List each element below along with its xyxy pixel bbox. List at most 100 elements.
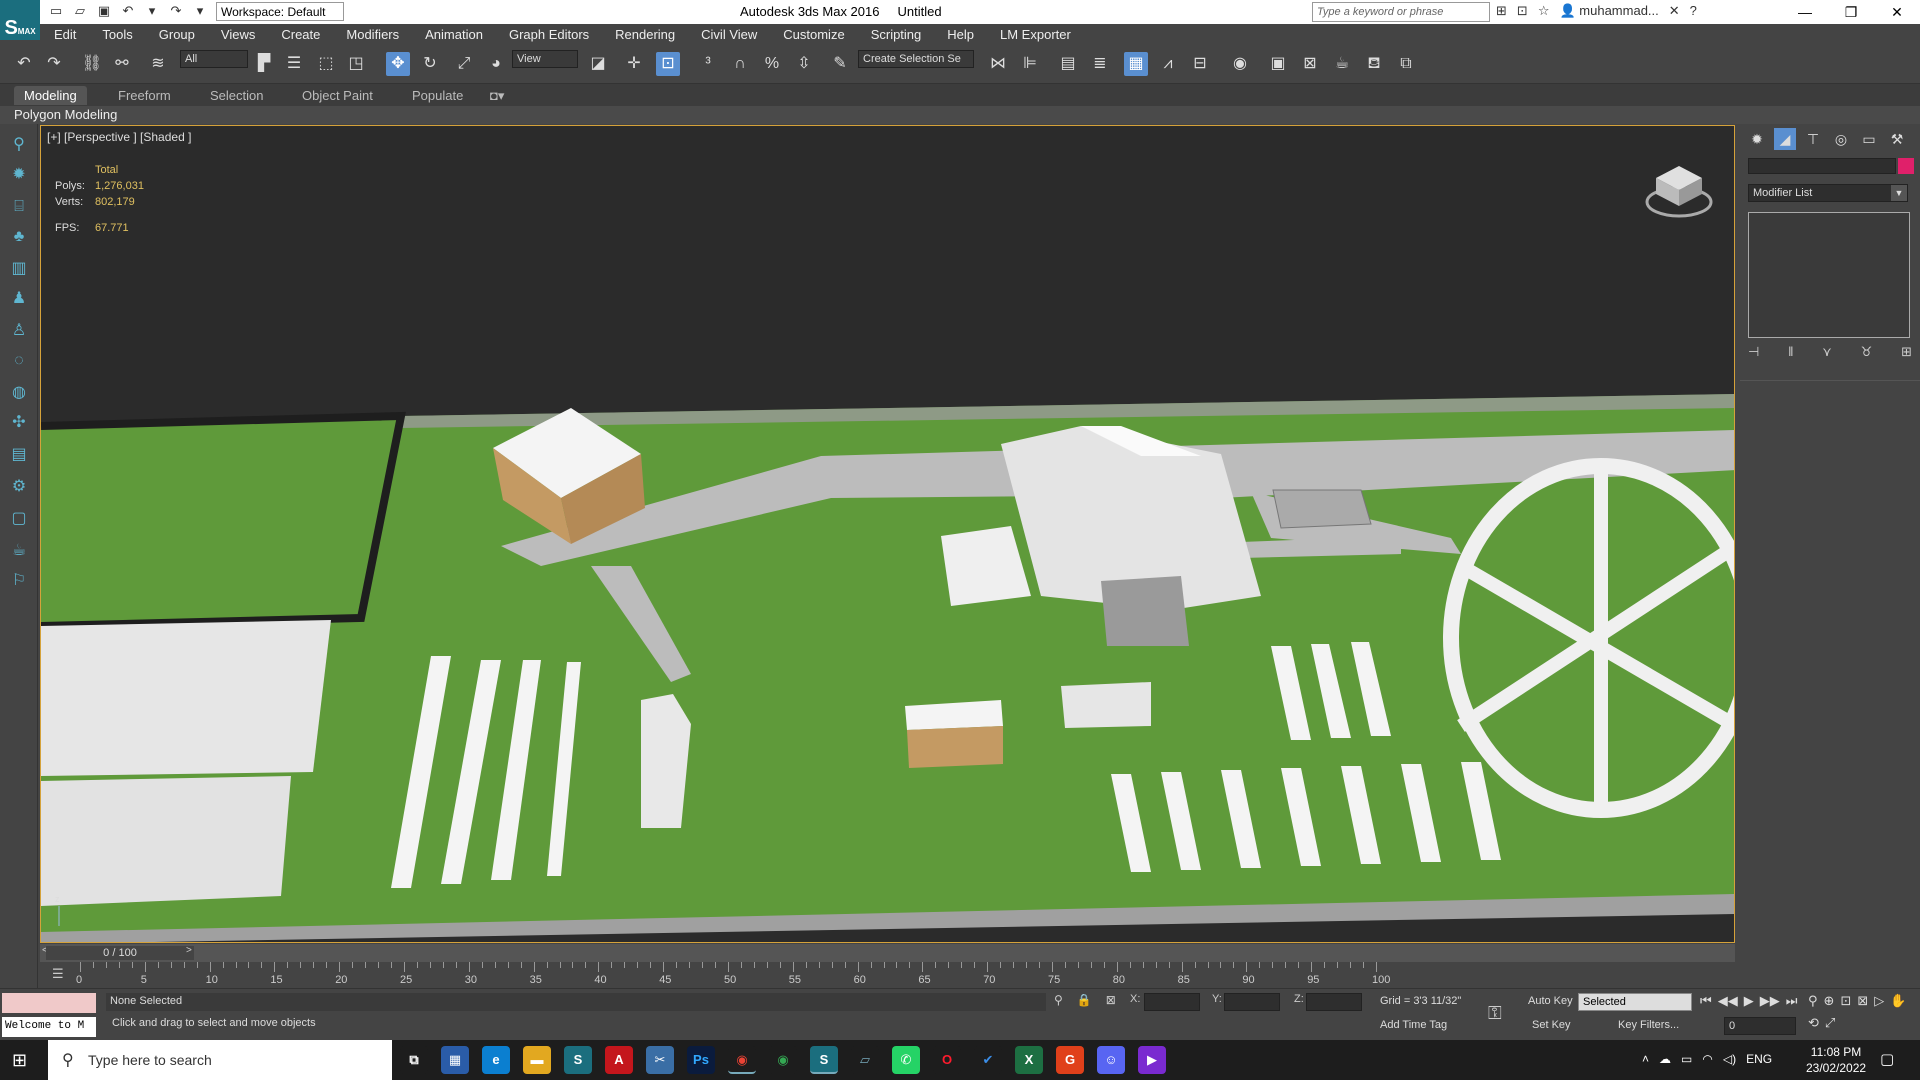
a360-render-icon[interactable]: ⧉ [1394, 52, 1418, 76]
lock-selection-icon[interactable]: 🔒 [1077, 993, 1092, 1007]
next-key-icon[interactable]: ▶▶ [1760, 993, 1780, 1009]
discord-icon[interactable]: ☺ [1097, 1046, 1125, 1074]
chevron-down-icon[interactable]: ▼ [1891, 185, 1907, 201]
set-key-button[interactable]: Set Key [1532, 1019, 1571, 1031]
curve-editor-icon[interactable]: ⩘ [1156, 52, 1180, 76]
notifications-icon[interactable]: ▢ [1880, 1050, 1894, 1068]
menu-civil-view[interactable]: Civil View [687, 24, 769, 44]
absolute-mode-icon[interactable]: ⊠ [1106, 993, 1116, 1007]
redo-icon[interactable]: ↷ [42, 52, 66, 76]
menu-edit[interactable]: Edit [40, 24, 88, 44]
wifi-icon[interactable]: ◠ [1702, 1052, 1712, 1066]
arrows-icon[interactable]: ✣ [8, 412, 30, 434]
spinner-snap-icon[interactable]: ⇳ [792, 52, 816, 76]
menu-rendering[interactable]: Rendering [601, 24, 687, 44]
tab-populate[interactable]: Populate [402, 86, 473, 105]
keyboard-shortcut-override-icon[interactable]: ⊡ [656, 52, 680, 76]
tab-modeling[interactable]: Modeling [14, 86, 87, 105]
create-tab-icon[interactable]: ✹ [1746, 128, 1768, 150]
material-editor-icon[interactable]: ◉ [1228, 52, 1252, 76]
add-time-tag[interactable]: Add Time Tag [1380, 1019, 1447, 1031]
calculator-icon[interactable]: ▦ [441, 1046, 469, 1074]
chrome-profile-icon[interactable]: ◉ [769, 1046, 797, 1074]
teapot-icon[interactable]: ☕ [8, 540, 30, 562]
motion-tab-icon[interactable]: ◎ [1830, 128, 1852, 150]
redo-icon[interactable]: ↷ [168, 3, 184, 19]
language-indicator[interactable]: ENG [1746, 1052, 1772, 1066]
camera-icon[interactable]: ⌸ [8, 196, 30, 218]
move-icon[interactable]: ✥ [386, 52, 410, 76]
render-production-icon[interactable]: ☕ [1330, 52, 1354, 76]
percent-snap-icon[interactable]: % [760, 52, 784, 76]
maximize-viewport-icon[interactable]: ⤢ [1825, 1015, 1835, 1031]
key-set-select[interactable]: Selected [1578, 993, 1692, 1011]
render-setup-icon[interactable]: ▣ [1266, 52, 1290, 76]
polygon-modeling-label[interactable]: Polygon Modeling [14, 107, 117, 122]
open-file-icon[interactable]: ▱ [72, 3, 88, 19]
link-icon[interactable]: ⛓ [80, 52, 104, 76]
close-icon[interactable]: ✕ [1874, 0, 1920, 24]
window-crossing-icon[interactable]: ◳ [344, 52, 368, 76]
file-explorer-icon[interactable]: ▬ [523, 1046, 551, 1074]
z-coord-input[interactable] [1306, 993, 1362, 1011]
chevron-up-icon[interactable]: ˄ [1642, 1052, 1649, 1066]
help-search-input[interactable]: Type a keyword or phrase [1312, 2, 1490, 22]
goto-start-icon[interactable]: ⏮ [1700, 993, 1712, 1009]
menu-animation[interactable]: Animation [411, 24, 495, 44]
redo-dropdown-icon[interactable]: ▾ [192, 3, 208, 19]
undo-icon[interactable]: ↶ [120, 3, 136, 19]
scene-explorer-icon[interactable]: ▦ [1124, 52, 1148, 76]
auto-key-button[interactable]: Auto Key [1528, 995, 1573, 1007]
maxscript-output[interactable] [2, 993, 96, 1013]
globe-icon[interactable]: ◍ [8, 382, 30, 404]
layer-explorer-icon[interactable]: ▤ [1056, 52, 1080, 76]
todo-icon[interactable]: ✔ [974, 1046, 1002, 1074]
tab-freeform[interactable]: Freeform [108, 86, 181, 105]
figure-icon[interactable]: ♙ [8, 320, 30, 342]
task-view-icon[interactable]: ⧉ [400, 1046, 428, 1074]
population-icon[interactable]: ♟ [8, 288, 30, 310]
taskbar-search[interactable]: ⚲ Type here to search [48, 1040, 392, 1080]
utilities-tab-icon[interactable]: ⚒ [1886, 128, 1908, 150]
orbit-icon[interactable]: ◌ [8, 350, 30, 372]
3dsmax-taskbar-icon[interactable]: S [810, 1046, 838, 1074]
schematic-view-icon[interactable]: ⊟ [1188, 52, 1212, 76]
chrome-icon[interactable]: ◉ [728, 1046, 756, 1074]
excel-icon[interactable]: X [1015, 1046, 1043, 1074]
select-manipulate-icon[interactable]: ✛ [622, 52, 646, 76]
isolate-icon[interactable]: ⚲ [1054, 993, 1063, 1007]
tab-object-paint[interactable]: Object Paint [292, 86, 383, 105]
grammarly-icon[interactable]: G [1056, 1046, 1084, 1074]
restore-icon[interactable]: ❐ [1828, 0, 1874, 24]
pan-icon[interactable]: ✋ [1890, 993, 1906, 1009]
battery-icon[interactable]: ▭ [1681, 1052, 1692, 1066]
sketchup-icon[interactable]: S [564, 1046, 592, 1074]
reference-coordinate-select[interactable]: View [512, 50, 578, 68]
render-iterative-icon[interactable]: ⛾ [1362, 52, 1386, 76]
unlink-icon[interactable]: ⚯ [110, 52, 134, 76]
snipping-icon[interactable]: ✂ [646, 1046, 674, 1074]
user-account[interactable]: 👤 muhammad... [1559, 3, 1658, 19]
workspace-select[interactable]: Workspace: Default [216, 2, 344, 21]
photoshop-icon[interactable]: Ps [687, 1046, 715, 1074]
save-icon[interactable]: ▣ [96, 3, 112, 19]
subscription-icon[interactable]: ⊡ [1517, 3, 1528, 19]
menu-views[interactable]: Views [207, 24, 267, 44]
key-filters-button[interactable]: Key Filters... [1618, 1019, 1679, 1031]
undo-dropdown-icon[interactable]: ▾ [144, 3, 160, 19]
bind-space-warp-icon[interactable]: ≋ [146, 52, 170, 76]
modifier-stack[interactable] [1748, 212, 1910, 338]
new-file-icon[interactable]: ▭ [48, 3, 64, 19]
menu-graph-editors[interactable]: Graph Editors [495, 24, 601, 44]
zoom-extents-all-icon[interactable]: ⊠ [1857, 993, 1868, 1009]
pivot-center-icon[interactable]: ◪ [586, 52, 610, 76]
viewport-label[interactable]: [+] [Perspective ] [Shaded ] [47, 130, 191, 144]
make-unique-icon[interactable]: ⋎ [1822, 344, 1832, 360]
zoom-all-icon[interactable]: ⊕ [1824, 993, 1835, 1009]
rect-selection-icon[interactable]: ⬚ [314, 52, 338, 76]
scale-icon[interactable]: ⤢ [452, 52, 476, 76]
prev-key-icon[interactable]: ◀◀ [1718, 993, 1738, 1009]
ribbon-options-icon[interactable]: ◘▾ [480, 86, 514, 106]
goto-end-icon[interactable]: ⏭ [1786, 993, 1798, 1009]
pin-stack-icon[interactable]: ⊣ [1748, 344, 1759, 360]
